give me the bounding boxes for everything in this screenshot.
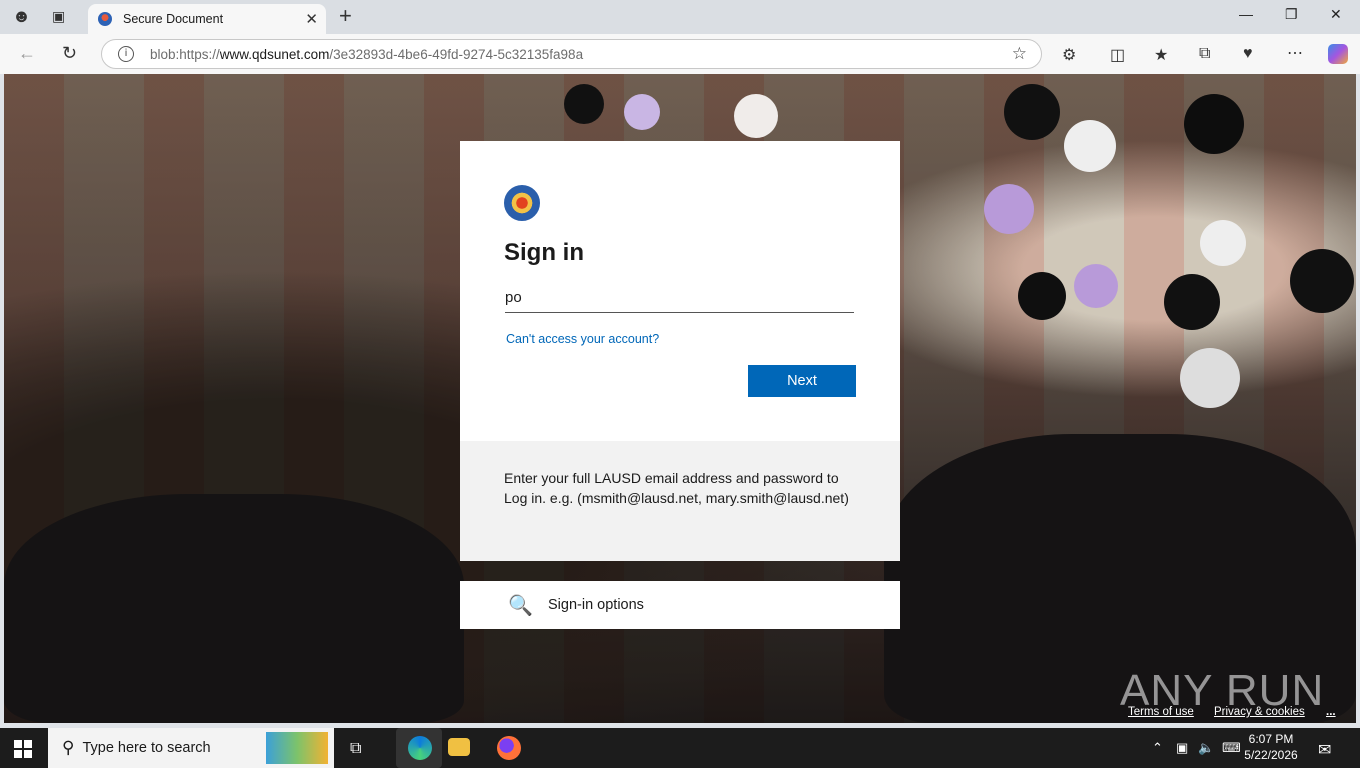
refresh-icon[interactable]: ↻ [62,43,77,64]
taskbar-search[interactable]: ⚲ Type here to search [48,728,334,768]
tab-secure-document[interactable]: Secure Document ✕ [88,4,326,34]
file-explorer-icon[interactable] [448,738,470,756]
site-favicon-icon [98,12,112,26]
clock[interactable]: 6:07 PM 5/22/2026 [1240,731,1302,763]
minimize-button[interactable]: — [1239,6,1253,22]
balloon [564,84,604,124]
email-input[interactable] [505,283,854,313]
favorite-star-icon[interactable]: ☆ [1012,44,1027,64]
browser-essentials-icon[interactable]: ♥ [1243,45,1253,63]
collections-icon[interactable]: ⧉ [1199,45,1210,63]
close-window-button[interactable]: ✕ [1330,6,1342,23]
split-screen-icon[interactable]: ◫ [1110,45,1125,65]
balloon [1164,274,1220,330]
network-icon[interactable]: ▣ [1176,740,1188,756]
address-toolbar: ← ↻ i blob:https://www.qdsunet.com/3e328… [0,34,1360,74]
profile-icon[interactable]: ☻ [12,6,31,27]
balloon [1018,272,1066,320]
key-icon: 🔍 [508,594,533,617]
graduates-silhouette [4,494,464,723]
close-tab-icon[interactable]: ✕ [305,10,318,28]
search-icon: ⚲ [62,738,75,757]
balloon [1180,348,1240,408]
search-highlight-icon [266,732,328,764]
back-icon[interactable]: ← [18,43,36,64]
favorites-icon[interactable]: ★ [1154,45,1168,65]
url-text: blob:https://www.qdsunet.com/3e32893d-4b… [150,46,584,62]
address-bar[interactable]: i blob:https://www.qdsunet.com/3e32893d-… [101,39,1042,69]
copilot-icon[interactable] [1328,44,1348,64]
taskbar: ⚲ Type here to search ⧉ ⌃ ▣ 🔈 ⌨ 6:07 PM … [0,728,1360,768]
notifications-icon[interactable]: ✉ [1318,740,1331,760]
more-menu-icon[interactable]: ⋯ [1287,43,1303,63]
site-info-icon[interactable]: i [118,46,134,62]
balloon [1200,220,1246,266]
tab-bar: ☻ ▣ Secure Document ✕ + — ❐ ✕ [0,0,1360,34]
lausd-logo-icon [504,185,540,221]
tray-chevron-icon[interactable]: ⌃ [1152,740,1163,756]
signin-options-label: Sign-in options [548,597,644,613]
clock-time: 6:07 PM [1248,732,1294,746]
balloon [1074,264,1118,308]
footer-more-button[interactable]: ... [1326,706,1336,718]
balloon [734,94,778,138]
input-icon[interactable]: ⌨ [1222,740,1241,756]
task-view-icon[interactable]: ⧉ [350,740,361,758]
firefox-icon[interactable] [497,736,521,760]
signin-title: Sign in [504,239,584,266]
edge-icon [408,736,432,760]
privacy-link[interactable]: Privacy & cookies [1214,706,1305,718]
clock-date: 5/22/2026 [1244,748,1298,762]
restore-button[interactable]: ❐ [1285,6,1298,23]
tab-actions-icon[interactable]: ▣ [52,8,65,25]
signin-card: Sign in Can't access your account? Next [460,141,900,441]
balloon [1184,94,1244,154]
balloon [1290,249,1354,313]
start-button[interactable] [14,740,32,758]
balloon [984,184,1034,234]
taskbar-edge-button[interactable] [396,728,442,768]
taskbar-search-text: Type here to search [82,740,211,756]
balloon [624,94,660,130]
signin-options-button[interactable]: 🔍 Sign-in options [460,581,900,629]
balloon [1064,120,1116,172]
new-tab-button[interactable]: + [339,4,352,28]
terms-link[interactable]: Terms of use [1128,706,1194,718]
next-button[interactable]: Next [748,365,856,397]
cant-access-link[interactable]: Can't access your account? [506,332,659,346]
tab-title: Secure Document [123,12,224,26]
signin-hint-text: Enter your full LAUSD email address and … [460,441,900,561]
page-viewport: Sign in Can't access your account? Next … [4,74,1356,723]
extensions-icon[interactable]: ⚙ [1062,45,1076,65]
volume-icon[interactable]: 🔈 [1198,740,1214,756]
balloon [1004,84,1060,140]
